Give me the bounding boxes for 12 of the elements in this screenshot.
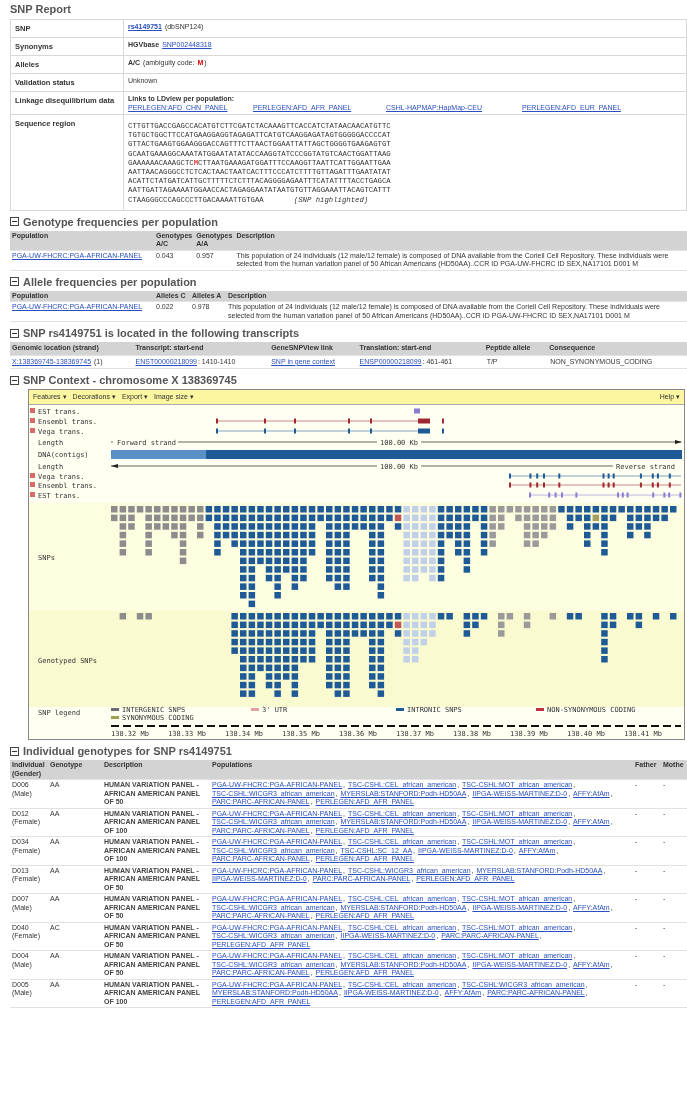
section-heading: Allele frequencies per population [23, 275, 197, 288]
transcript-drawing [414, 408, 420, 414]
section-heading: Genotype frequencies per population [23, 215, 218, 228]
collapse-icon[interactable] [10, 328, 19, 338]
collapse-icon[interactable] [10, 746, 19, 756]
section-heading: SNP Context - chromosome X 138369745 [23, 374, 237, 387]
section-heading: SNP rs4149751 is located in the following transcripts [23, 327, 300, 340]
collapse-icon[interactable] [10, 375, 19, 385]
collapse-icon[interactable] [10, 217, 19, 227]
collapse-icon[interactable] [10, 277, 19, 287]
section-heading: Individual genotypes for SNP rs4149751 [23, 745, 232, 758]
page-title: SNP Report [10, 2, 72, 17]
